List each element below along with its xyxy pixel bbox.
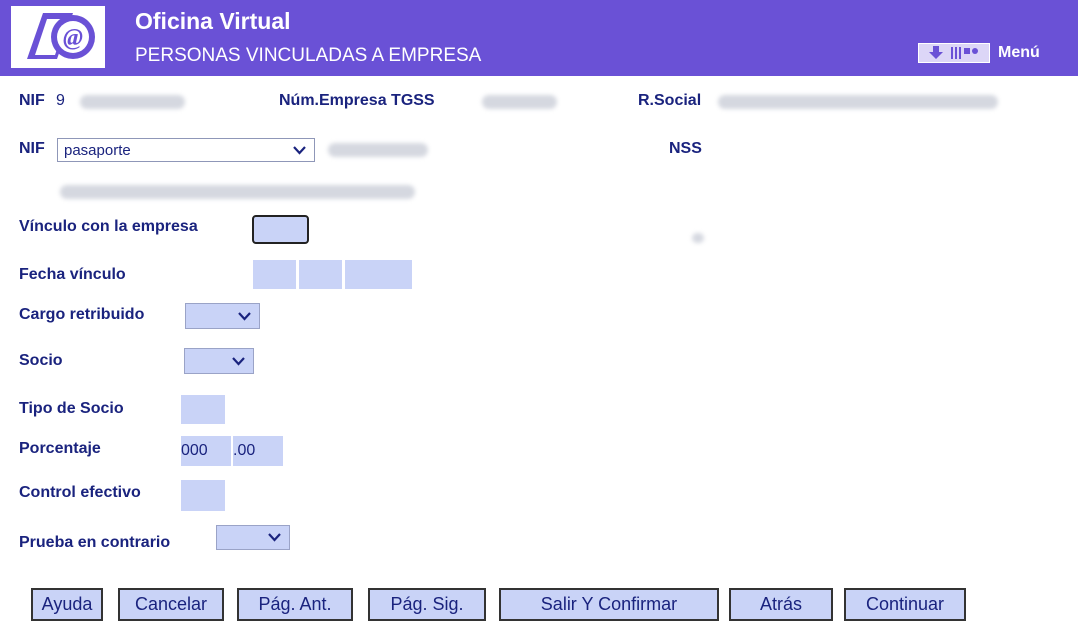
chevron-down-icon <box>232 356 245 366</box>
prueba-contrario-label: Prueba en contrario <box>19 534 171 551</box>
socio-label: Socio <box>19 352 63 369</box>
porcentaje-integer-value: 000 <box>181 442 208 459</box>
download-arrow-icon <box>929 46 943 59</box>
nss-label: NSS <box>669 140 702 157</box>
nif-value: 9 <box>56 92 65 109</box>
page-subtitle: PERSONAS VINCULADAS A EMPRESA <box>135 45 482 66</box>
num-empresa-label: Núm.Empresa TGSS <box>279 92 435 109</box>
chevron-down-icon <box>238 311 251 321</box>
options-bars-icon <box>951 47 978 59</box>
pagina-siguiente-button[interactable]: Pág. Sig. <box>368 588 486 621</box>
menu-label[interactable]: Menú <box>998 44 1040 62</box>
fecha-day-input[interactable] <box>253 260 296 289</box>
razon-social-label: R.Social <box>638 92 702 109</box>
cancelar-button[interactable]: Cancelar <box>118 588 224 621</box>
razon-social-redacted <box>718 95 998 109</box>
tipo-socio-label: Tipo de Socio <box>19 400 124 417</box>
oficina-virtual-logo: @ <box>8 3 108 71</box>
atras-button[interactable]: Atrás <box>729 588 833 621</box>
porcentaje-decimal-input[interactable]: .00 <box>233 436 283 466</box>
vinculo-description-redacted <box>692 233 704 243</box>
vinculo-input[interactable] <box>252 215 309 244</box>
doc-number-redacted <box>328 143 428 157</box>
nif-redacted <box>80 95 185 109</box>
salir-confirmar-button[interactable]: Salir Y Confirmar <box>499 588 719 621</box>
vinculo-label: Vínculo con la empresa <box>19 218 198 235</box>
porcentaje-decimal-value: .00 <box>233 442 256 459</box>
control-efectivo-input[interactable] <box>181 480 225 511</box>
app-header: @ Oficina Virtual PERSONAS VINCULADAS A … <box>0 0 1078 76</box>
doc-type-select[interactable]: pasaporte <box>57 138 315 162</box>
fecha-month-input[interactable] <box>299 260 342 289</box>
cargo-retribuido-label: Cargo retribuido <box>19 306 145 323</box>
pagina-anterior-button[interactable]: Pág. Ant. <box>237 588 353 621</box>
at-sign-logo-icon: @ <box>27 13 95 59</box>
chevron-down-icon <box>268 533 281 542</box>
chevron-down-icon <box>293 145 306 155</box>
nif-label: NIF <box>19 92 45 109</box>
doc-type-selected: pasaporte <box>64 141 131 159</box>
app-title: Oficina Virtual <box>135 8 291 34</box>
cargo-retribuido-select[interactable] <box>185 303 260 329</box>
continuar-button[interactable]: Continuar <box>844 588 966 621</box>
menu-button[interactable]: Menú <box>918 42 1040 64</box>
porcentaje-label: Porcentaje <box>19 440 101 457</box>
doc-nif-label: NIF <box>19 140 45 157</box>
prueba-contrario-select[interactable] <box>216 525 290 550</box>
ayuda-button[interactable]: Ayuda <box>31 588 103 621</box>
control-efectivo-label: Control efectivo <box>19 484 141 501</box>
menu-icon-strip[interactable] <box>918 43 990 63</box>
num-empresa-redacted <box>482 95 557 109</box>
tipo-socio-input[interactable] <box>181 395 225 424</box>
porcentaje-integer-input[interactable]: 000 <box>181 436 231 466</box>
svg-text:@: @ <box>63 25 83 51</box>
fecha-year-input[interactable] <box>345 260 412 289</box>
fecha-vinculo-label: Fecha vínculo <box>19 266 126 283</box>
socio-select[interactable] <box>184 348 254 374</box>
person-name-redacted <box>60 185 415 199</box>
